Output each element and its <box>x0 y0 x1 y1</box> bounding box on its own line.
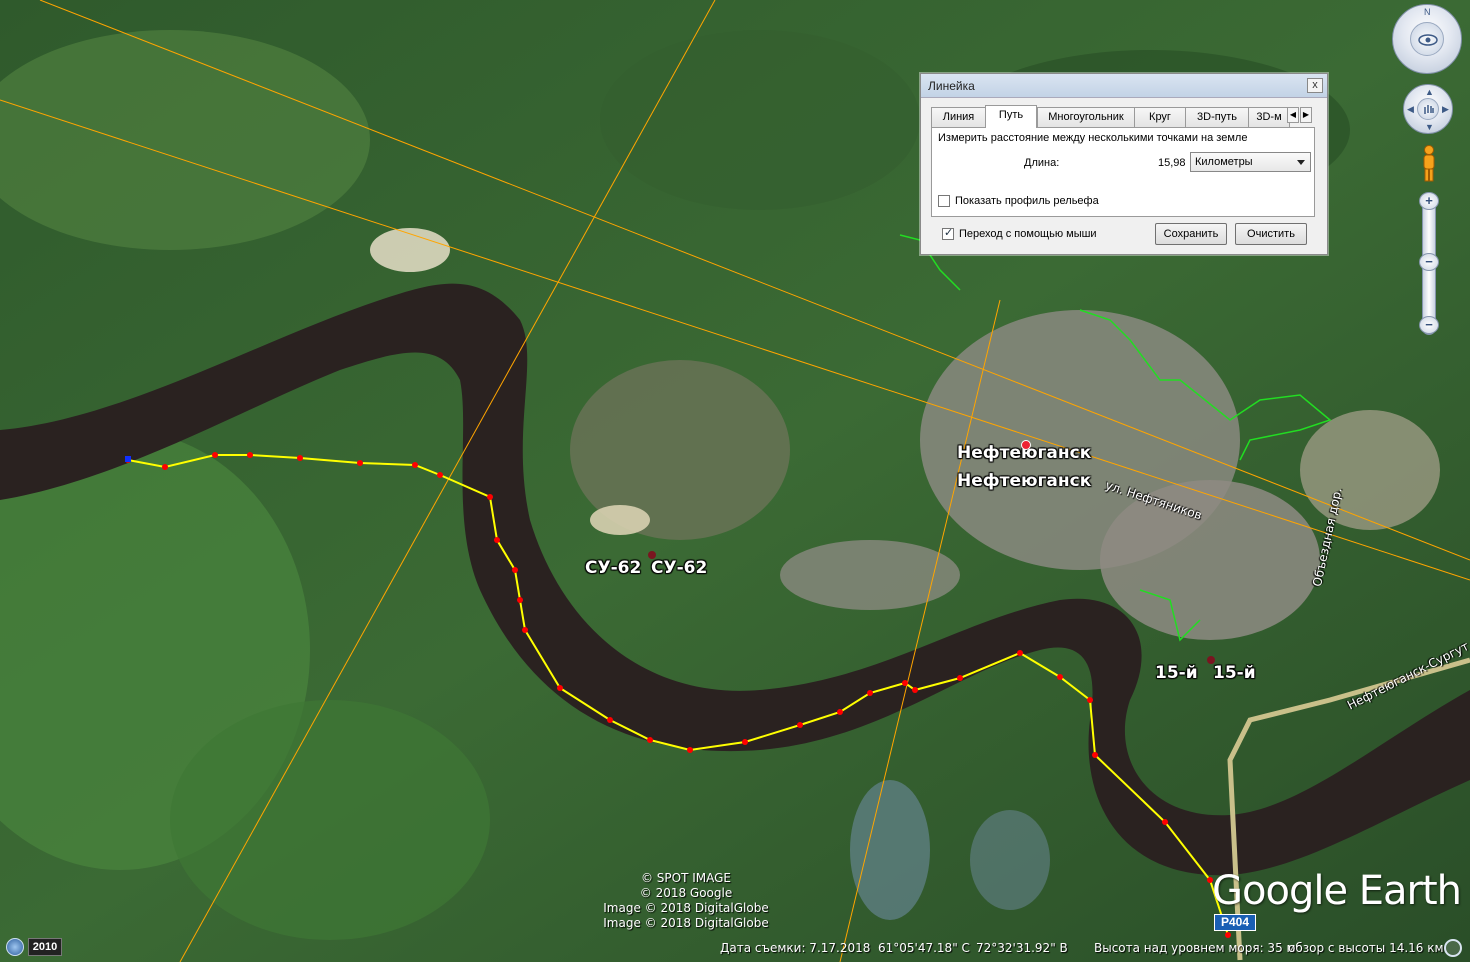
tab-path[interactable]: Путь <box>985 105 1037 128</box>
tab-3d-more[interactable]: 3D-м <box>1248 107 1290 127</box>
length-label: Длина: <box>1024 157 1060 169</box>
tab-line[interactable]: Линия <box>931 107 986 127</box>
eye-altitude: обзор с высоты 14.16 км <box>1288 941 1444 955</box>
ruler-title: Линейка <box>928 79 975 93</box>
path-vertex[interactable] <box>517 597 523 603</box>
attribution-line-2: © 2018 Google <box>639 886 733 900</box>
imagery-date: Дата съемки: 7.17.2018 <box>720 941 871 955</box>
pan-left-icon[interactable]: ◀ <box>1407 105 1414 114</box>
path-vertex[interactable] <box>522 627 528 633</box>
path-vertex[interactable] <box>1017 650 1023 656</box>
ruler-titlebar[interactable]: Линейка x <box>921 74 1327 98</box>
terrain-profile-checkbox[interactable] <box>938 195 950 207</box>
chevron-down-icon <box>1297 160 1305 165</box>
path-vertex[interactable] <box>647 737 653 743</box>
path-vertex[interactable] <box>912 687 918 693</box>
attribution-line-1: © SPOT IMAGE <box>640 871 732 885</box>
path-vertex[interactable] <box>247 452 253 458</box>
place-label-neftey-2[interactable]: Нефтеюганск <box>957 471 1091 491</box>
ruler-dialog: Линейка x Линия Путь Многоугольник Круг … <box>920 73 1328 255</box>
ruler-tabs: Линия Путь Многоугольник Круг 3D-путь 3D… <box>931 105 1319 128</box>
path-vertex[interactable] <box>357 460 363 466</box>
path-vertex[interactable] <box>1087 697 1093 703</box>
path-vertex[interactable] <box>837 709 843 715</box>
tab-scroll-left-icon[interactable]: ◀ <box>1287 107 1299 123</box>
save-button[interactable]: Сохранить <box>1155 223 1227 245</box>
place-label-su62[interactable]: СУ-62 <box>585 558 641 578</box>
north-marker-icon[interactable]: N <box>1424 8 1431 17</box>
path-vertex[interactable] <box>1162 819 1168 825</box>
place-label-su62-2[interactable]: СУ-62 <box>651 558 707 578</box>
su62-pin-icon[interactable] <box>648 551 656 559</box>
path-vertex[interactable] <box>1225 932 1231 938</box>
unit-select[interactable]: Километры <box>1190 152 1311 172</box>
tab-circle[interactable]: Круг <box>1134 107 1186 127</box>
pan-up-icon[interactable]: ▲ <box>1425 88 1434 97</box>
imagery-year-badge[interactable]: 2010 <box>28 938 62 956</box>
path-vertex[interactable] <box>412 462 418 468</box>
pan-down-icon[interactable]: ▼ <box>1425 123 1434 132</box>
eye-icon[interactable] <box>1410 22 1444 56</box>
look-joystick[interactable]: N <box>1392 4 1462 74</box>
path-vertex[interactable] <box>867 690 873 696</box>
15-pin-icon[interactable] <box>1207 656 1215 664</box>
path-vertex[interactable] <box>797 722 803 728</box>
longitude: 72°32'31.92" В <box>976 941 1068 955</box>
terrain-profile-label: Показать профиль рельефа <box>955 195 1099 207</box>
path-vertex[interactable] <box>487 494 493 500</box>
place-label-15[interactable]: 15-й <box>1155 663 1198 683</box>
path-vertex[interactable] <box>162 464 168 470</box>
attribution: © SPOT IMAGE © 2018 Google Image © 2018 … <box>596 871 776 931</box>
place-label-15-2[interactable]: 15-й <box>1213 663 1256 683</box>
streaming-indicator-icon <box>1444 939 1462 957</box>
zoom-in-icon[interactable]: + <box>1419 192 1439 210</box>
mouse-nav-checkbox[interactable] <box>942 226 954 240</box>
path-vertex[interactable] <box>1092 752 1098 758</box>
elevation: Высота над уровнем моря: 35 м <box>1094 941 1296 955</box>
tab-scroll-right-icon[interactable]: ▶ <box>1300 107 1312 123</box>
google-earth-logo: Google Earth <box>1212 868 1462 914</box>
path-vertex[interactable] <box>742 739 748 745</box>
zoom-out-icon[interactable]: − <box>1419 316 1439 334</box>
close-icon[interactable]: x <box>1307 78 1323 93</box>
attribution-line-3: Image © 2018 DigitalGlobe <box>603 901 769 915</box>
road-shield: Р404 <box>1214 914 1256 931</box>
city-pin-icon[interactable] <box>1021 440 1031 450</box>
pan-right-icon[interactable]: ▶ <box>1442 105 1449 114</box>
path-vertex[interactable] <box>297 455 303 461</box>
ruler-panel: Измерить расстояние между несколькими то… <box>931 127 1315 217</box>
length-value: 15,98 <box>1158 157 1186 169</box>
hand-icon[interactable] <box>1417 98 1439 120</box>
pegman-icon[interactable] <box>1418 144 1440 184</box>
path-vertex[interactable] <box>687 747 693 753</box>
attribution-line-4: Image © 2018 DigitalGlobe <box>603 916 769 930</box>
mouse-nav-label: Переход с помощью мыши <box>959 228 1097 240</box>
path-vertex[interactable] <box>1057 674 1063 680</box>
tab-polygon[interactable]: Многоугольник <box>1037 107 1135 127</box>
path-start-marker <box>125 456 131 462</box>
historical-imagery-icon[interactable] <box>6 938 24 956</box>
path-vertex[interactable] <box>494 537 500 543</box>
path-vertex[interactable] <box>437 472 443 478</box>
path-vertex[interactable] <box>512 567 518 573</box>
ruler-description: Измерить расстояние между несколькими то… <box>938 132 1248 144</box>
path-vertex[interactable] <box>957 675 963 681</box>
path-vertex[interactable] <box>557 685 563 691</box>
zoom-slider-thumb[interactable]: − <box>1419 253 1439 271</box>
tab-3d-path[interactable]: 3D-путь <box>1185 107 1249 127</box>
latitude: 61°05'47.18" С <box>878 941 970 955</box>
unit-select-value: Километры <box>1195 156 1253 168</box>
path-vertex[interactable] <box>607 717 613 723</box>
path-vertex[interactable] <box>902 680 908 686</box>
path-vertex[interactable] <box>212 452 218 458</box>
move-joystick[interactable]: ▲ ▼ ◀ ▶ <box>1403 84 1453 134</box>
clear-button[interactable]: Очистить <box>1235 223 1307 245</box>
